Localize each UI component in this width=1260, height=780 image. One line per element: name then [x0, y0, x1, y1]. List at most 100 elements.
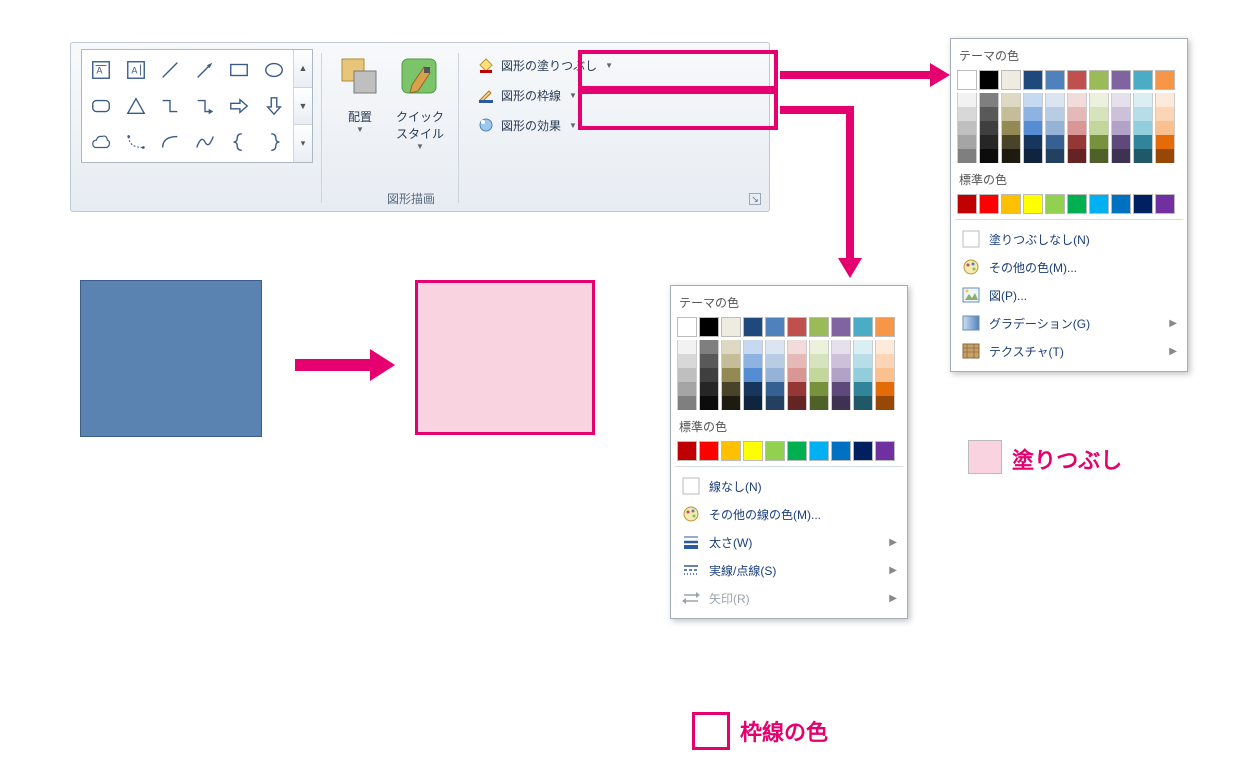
color-swatch[interactable] [1023, 121, 1043, 135]
shape-triangle-icon[interactable] [120, 89, 153, 123]
color-swatch[interactable] [677, 354, 697, 368]
color-swatch[interactable] [979, 93, 999, 107]
color-swatch[interactable] [1067, 121, 1087, 135]
color-swatch[interactable] [721, 441, 741, 461]
color-swatch[interactable] [875, 396, 895, 410]
color-swatch[interactable] [1089, 135, 1109, 149]
gallery-more-icon[interactable]: ▾ [294, 125, 312, 162]
shape-rectangle-icon[interactable] [223, 53, 256, 87]
color-swatch[interactable] [1111, 93, 1131, 107]
color-swatch[interactable] [1045, 194, 1065, 214]
color-swatch[interactable] [1111, 135, 1131, 149]
more-fill-colors-item[interactable]: その他の色(M)... [957, 253, 1181, 281]
color-swatch[interactable] [875, 382, 895, 396]
color-swatch[interactable] [1089, 194, 1109, 214]
color-swatch[interactable] [831, 340, 851, 354]
color-swatch[interactable] [765, 441, 785, 461]
color-swatch[interactable] [765, 317, 785, 337]
color-swatch[interactable] [1001, 194, 1021, 214]
color-swatch[interactable] [1089, 107, 1109, 121]
color-swatch[interactable] [1001, 135, 1021, 149]
color-swatch[interactable] [1045, 93, 1065, 107]
color-swatch[interactable] [677, 340, 697, 354]
shape-arrow-line-icon[interactable] [189, 53, 222, 87]
color-swatch[interactable] [853, 382, 873, 396]
color-swatch[interactable] [787, 340, 807, 354]
color-swatch[interactable] [1001, 70, 1021, 90]
color-swatch[interactable] [1023, 107, 1043, 121]
shape-fill-button[interactable]: 図形の塗りつぶし ▼ [471, 53, 619, 77]
color-swatch[interactable] [979, 194, 999, 214]
color-swatch[interactable] [1133, 93, 1153, 107]
color-swatch[interactable] [957, 107, 977, 121]
line-arrows-item[interactable]: 矢印(R) ▶ [677, 584, 901, 612]
color-swatch[interactable] [1155, 70, 1175, 90]
color-swatch[interactable] [1133, 70, 1153, 90]
quick-styles-button[interactable]: クイック スタイル ▼ [390, 49, 450, 151]
line-dash-item[interactable]: 実線/点線(S) ▶ [677, 556, 901, 584]
color-swatch[interactable] [957, 194, 977, 214]
color-swatch[interactable] [699, 368, 719, 382]
gallery-up-icon[interactable]: ▲ [294, 50, 312, 88]
color-swatch[interactable] [721, 317, 741, 337]
color-swatch[interactable] [1111, 149, 1131, 163]
color-swatch[interactable] [721, 354, 741, 368]
shape-curved-connector-icon[interactable] [120, 125, 153, 159]
color-swatch[interactable] [677, 382, 697, 396]
color-swatch[interactable] [743, 396, 763, 410]
color-swatch[interactable] [743, 354, 763, 368]
shape-elbow-connector-icon[interactable] [154, 89, 187, 123]
color-swatch[interactable] [1133, 194, 1153, 214]
color-swatch[interactable] [853, 368, 873, 382]
shape-rounded-rect-icon[interactable] [85, 89, 118, 123]
color-swatch[interactable] [957, 121, 977, 135]
color-swatch[interactable] [875, 317, 895, 337]
fill-picture-item[interactable]: 図(P)... [957, 281, 1181, 309]
shape-right-brace-icon[interactable] [258, 125, 291, 159]
shape-arc-icon[interactable] [154, 125, 187, 159]
color-swatch[interactable] [765, 382, 785, 396]
color-swatch[interactable] [979, 107, 999, 121]
color-swatch[interactable] [1089, 149, 1109, 163]
color-swatch[interactable] [721, 340, 741, 354]
color-swatch[interactable] [875, 368, 895, 382]
no-fill-item[interactable]: 塗りつぶしなし(N) [957, 225, 1181, 253]
shape-curve-icon[interactable] [189, 125, 222, 159]
more-line-colors-item[interactable]: その他の線の色(M)... [677, 500, 901, 528]
color-swatch[interactable] [831, 317, 851, 337]
color-swatch[interactable] [721, 382, 741, 396]
shape-right-arrow-icon[interactable] [223, 89, 256, 123]
color-swatch[interactable] [699, 382, 719, 396]
color-swatch[interactable] [765, 396, 785, 410]
color-swatch[interactable] [677, 368, 697, 382]
color-swatch[interactable] [743, 382, 763, 396]
color-swatch[interactable] [809, 340, 829, 354]
color-swatch[interactable] [765, 340, 785, 354]
color-swatch[interactable] [1045, 107, 1065, 121]
color-swatch[interactable] [853, 340, 873, 354]
color-swatch[interactable] [831, 441, 851, 461]
shape-outline-button[interactable]: 図形の枠線 ▼ [471, 83, 619, 107]
color-swatch[interactable] [677, 441, 697, 461]
color-swatch[interactable] [699, 396, 719, 410]
color-swatch[interactable] [1133, 121, 1153, 135]
color-swatch[interactable] [875, 441, 895, 461]
color-swatch[interactable] [809, 441, 829, 461]
color-swatch[interactable] [831, 354, 851, 368]
color-swatch[interactable] [743, 340, 763, 354]
color-swatch[interactable] [809, 396, 829, 410]
color-swatch[interactable] [1067, 93, 1087, 107]
color-swatch[interactable] [765, 354, 785, 368]
color-swatch[interactable] [677, 396, 697, 410]
color-swatch[interactable] [831, 382, 851, 396]
color-swatch[interactable] [1023, 93, 1043, 107]
color-swatch[interactable] [1023, 70, 1043, 90]
fill-texture-item[interactable]: テクスチャ(T) ▶ [957, 337, 1181, 365]
color-swatch[interactable] [787, 441, 807, 461]
color-swatch[interactable] [957, 135, 977, 149]
color-swatch[interactable] [1155, 135, 1175, 149]
color-swatch[interactable] [721, 396, 741, 410]
color-swatch[interactable] [1045, 70, 1065, 90]
color-swatch[interactable] [853, 354, 873, 368]
shape-left-brace-icon[interactable] [223, 125, 256, 159]
